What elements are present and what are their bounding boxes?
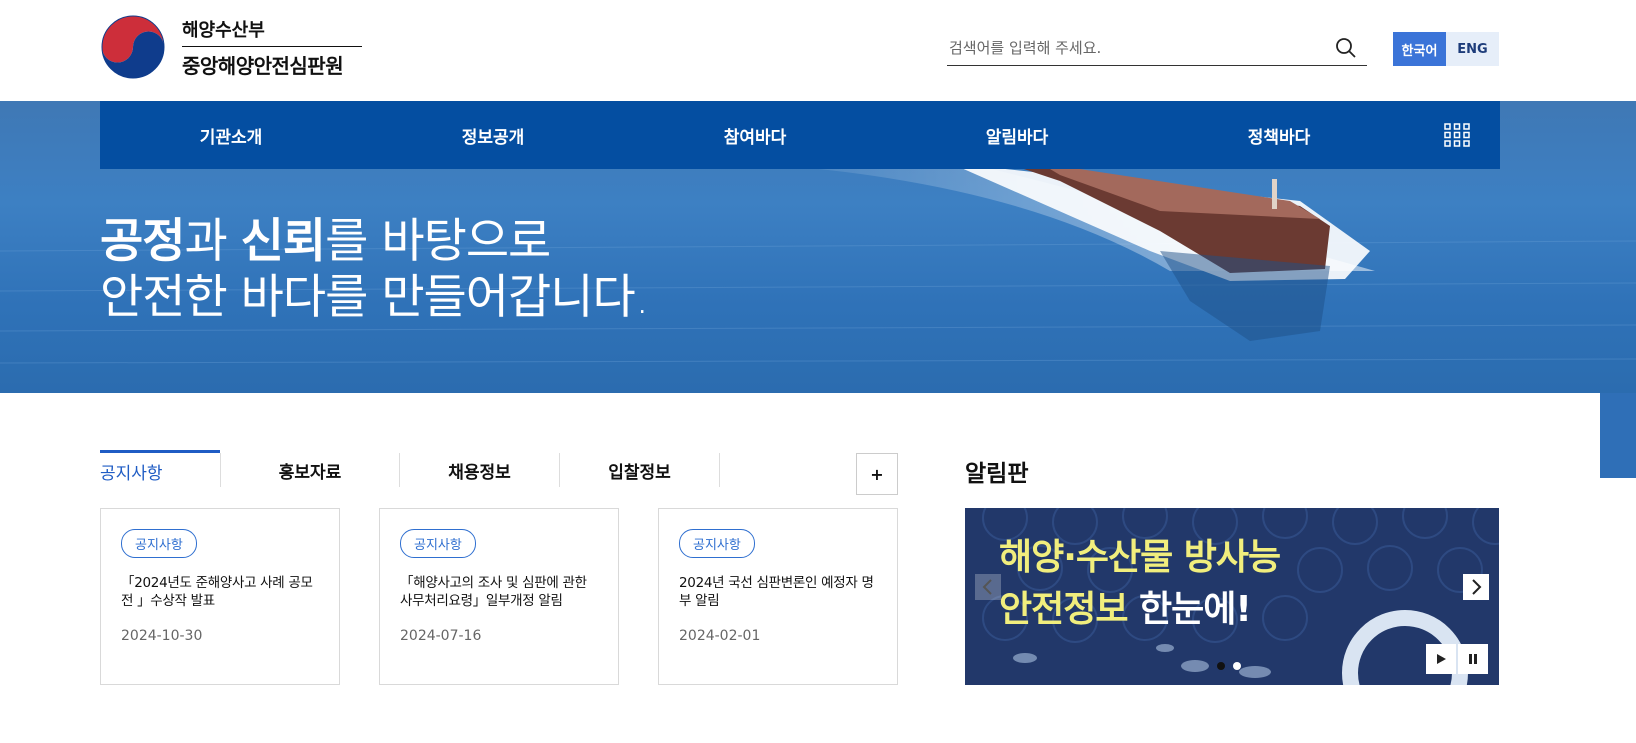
tab-notices[interactable]: 공지사항 [100,450,220,490]
slide-line2-highlight: 안전정보 [999,589,1128,630]
notice-title: 「2024년도 준해양사고 사례 공모전 」수상작 발표 [121,575,313,609]
chevron-right-icon [1472,579,1482,595]
tab-bidding[interactable]: 입찰정보 [560,450,719,490]
site-header: 해양수산부 중앙해양안전심판원 한국어 ENG [0,0,1636,101]
notice-date: 2024-10-30 [121,628,203,644]
nav-item-info-disclosure[interactable]: 정보공개 [362,123,624,148]
search-icon[interactable] [1335,37,1357,59]
notice-card[interactable]: 공지사항 2024년 국선 심판변론인 예정자 명부 알림 2024-02-01 [658,508,898,685]
notice-card[interactable]: 공지사항 「2024년도 준해양사고 사례 공모전 」수상작 발표 2024-1… [100,508,340,685]
category-badge: 공지사항 [121,529,197,558]
tab-recruitment[interactable]: 채용정보 [400,450,559,490]
tab-divider [719,453,720,487]
slogan-trust: 신뢰 [240,214,326,269]
notice-card[interactable]: 공지사항 「해양사고의 조사 및 심판에 관한 사무처리요령」일부개정 알림 2… [379,508,619,685]
lang-korean-button[interactable]: 한국어 [1393,32,1446,66]
notice-title: 「해양사고의 조사 및 심판에 관한 사무처리요령」일부개정 알림 [400,575,587,609]
site-logo[interactable]: 해양수산부 중앙해양안전심판원 [100,14,362,80]
play-icon [1437,654,1446,664]
nav-item-participation[interactable]: 참여바다 [624,123,886,148]
lang-english-button[interactable]: ENG [1446,32,1499,66]
search-input[interactable] [947,38,1335,57]
language-switch: 한국어 ENG [1393,32,1499,66]
notice-title: 2024년 국선 심판변론인 예정자 명부 알림 [679,575,874,609]
notice-date: 2024-07-16 [400,628,482,644]
nav-item-about[interactable]: 기관소개 [100,123,362,148]
slide-line1: 해양·수산물 방사능 [999,537,1281,578]
pause-icon [1469,654,1477,664]
category-badge: 공지사항 [679,529,755,558]
notice-board-slider: 해양·수산물 방사능 안전정보 한눈에! [965,508,1499,685]
category-badge: 공지사항 [400,529,476,558]
slogan-fairness: 공정 [100,214,185,269]
nav-item-notices[interactable]: 알림바다 [886,123,1148,148]
notice-tabs: 공지사항 홍보자료 채용정보 입찰정보 [100,450,798,490]
hero-slogan: 공정과 신뢰를 바탕으로 안전한 바다를 만들어갑니다. [100,214,650,326]
slogan-line1-end: 를 바탕으로 [325,214,551,269]
slide-dot[interactable] [1233,662,1241,670]
notice-date: 2024-02-01 [679,628,761,644]
hero-banner: 기관소개 정보공개 참여바다 알림바다 정책바다 공정과 신뢰를 바탕으로 안전… [0,101,1636,393]
search-bar [947,30,1367,66]
org-name: 중앙해양안전심판원 [182,53,344,78]
nav-item-policy[interactable]: 정책바다 [1148,123,1410,148]
slogan-line2: 안전한 바다를 만들어갑니다. [100,270,650,325]
slide-line2-rest: 한눈에! [1127,589,1252,630]
ministry-name: 해양수산부 [182,16,362,47]
chevron-left-icon [982,579,992,595]
prev-slide-button[interactable] [975,574,1001,600]
more-button[interactable]: + [856,453,898,495]
decorative-strip [1600,393,1636,478]
all-menu-grid-icon[interactable] [1444,123,1470,147]
slide-headline: 해양·수산물 방사능 안전정보 한눈에! [999,532,1281,636]
play-button[interactable] [1426,644,1456,674]
slide-pagination [1217,662,1241,670]
slide-dot[interactable] [1217,662,1225,670]
pause-button[interactable] [1458,644,1488,674]
notice-board-title: 알림판 [965,461,1029,487]
next-slide-button[interactable] [1463,574,1489,600]
slogan-conj: 과 [184,214,241,269]
taegeuk-emblem-icon [101,15,165,79]
tab-pr-materials[interactable]: 홍보자료 [221,450,399,490]
main-nav: 기관소개 정보공개 참여바다 알림바다 정책바다 [100,101,1500,169]
